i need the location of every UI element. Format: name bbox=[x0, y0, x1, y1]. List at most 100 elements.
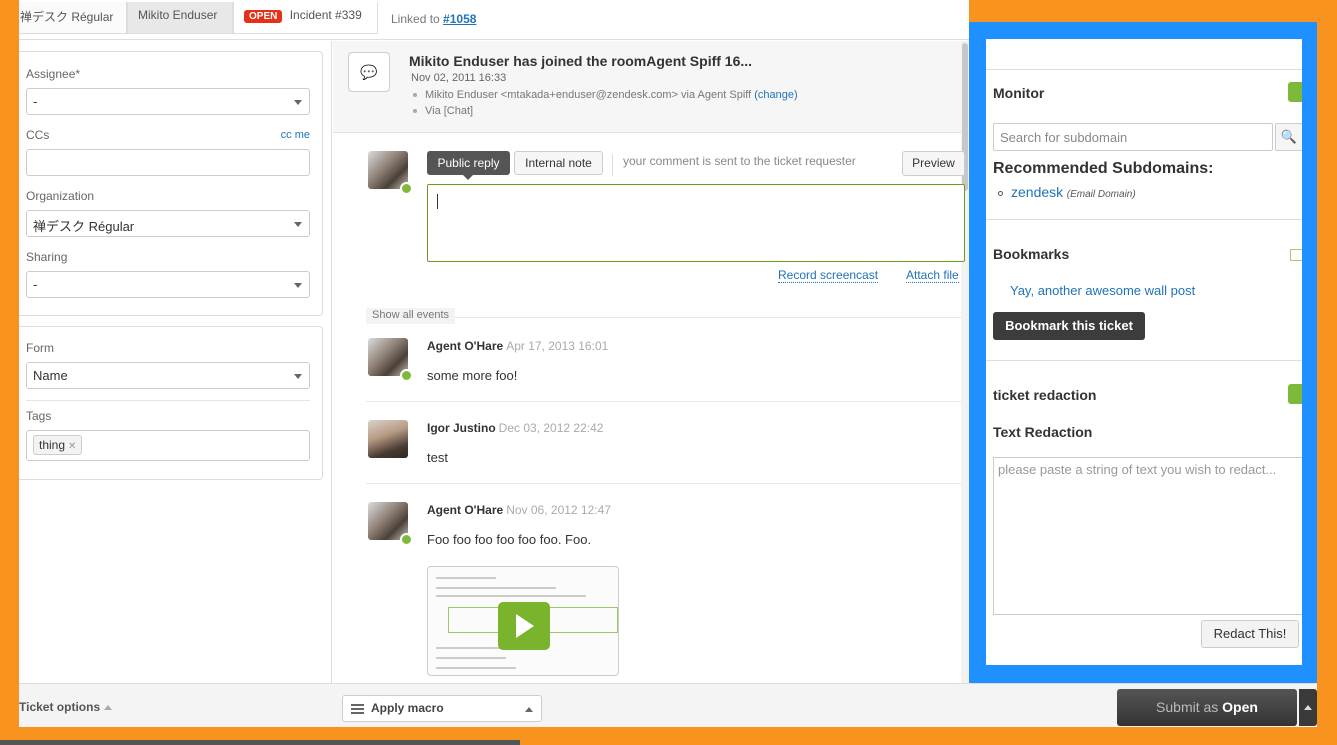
app-logo-icon bbox=[1288, 82, 1302, 102]
recommended-heading: Recommended Subdomains: bbox=[993, 160, 1214, 177]
avatar bbox=[368, 338, 413, 382]
taskbar-strip bbox=[0, 740, 520, 745]
internal-note-button[interactable]: Internal note bbox=[514, 151, 603, 175]
submit-options-toggle[interactable] bbox=[1299, 689, 1317, 726]
subdomain-link[interactable]: zendesk bbox=[1011, 184, 1063, 200]
redaction-app-title: ticket redaction bbox=[993, 387, 1097, 403]
chat-via: Mikito Enduser <mtakada+enduser@zendesk.… bbox=[413, 89, 798, 101]
app-logo-icon bbox=[1288, 384, 1302, 404]
status-badge: OPEN bbox=[244, 10, 283, 23]
list-icon bbox=[351, 704, 364, 714]
ccs-label: CCs bbox=[26, 128, 50, 142]
chevron-down-icon bbox=[294, 100, 302, 105]
organization-select[interactable]: 禅デスク Régular bbox=[26, 210, 310, 237]
comment-textarea[interactable] bbox=[427, 184, 965, 262]
divider bbox=[366, 317, 961, 318]
recommended-item: zendesk (Email Domain) bbox=[998, 184, 1136, 200]
thumbnail-line bbox=[436, 667, 516, 669]
chat-channel-text: Via [Chat] bbox=[425, 105, 474, 117]
tab-requester[interactable]: Mikito Enduser bbox=[127, 2, 233, 34]
apps-panel: Monitor Search for subdomain 🔍 Recommend… bbox=[986, 39, 1302, 665]
ticket-footer: Ticket options Apply macro Submit as Ope… bbox=[19, 683, 1317, 727]
assignee-label: Assignee* bbox=[26, 67, 81, 81]
tags-input[interactable]: thing ✕ bbox=[26, 430, 310, 461]
assignee-select[interactable]: - bbox=[26, 88, 310, 115]
sharing-select[interactable]: - bbox=[26, 271, 310, 298]
sharing-label: Sharing bbox=[26, 250, 68, 264]
change-link[interactable]: (change) bbox=[754, 89, 797, 101]
divider bbox=[26, 400, 310, 401]
event-body: Foo foo foo foo foo foo. Foo. bbox=[427, 532, 592, 547]
bullet-icon bbox=[998, 191, 1003, 197]
form-label: Form bbox=[26, 341, 54, 355]
cc-me-link[interactable]: cc me bbox=[281, 129, 310, 141]
search-icon[interactable]: 🔍 bbox=[1275, 123, 1302, 151]
subdomain-search-input[interactable]: Search for subdomain bbox=[993, 123, 1273, 151]
event-date: Dec 03, 2012 22:42 bbox=[498, 421, 604, 435]
event-author-name: Igor Justino bbox=[427, 421, 496, 435]
tab-organization[interactable]: 禅デスク Régular bbox=[19, 2, 127, 34]
organization-value: 禅デスク Régular bbox=[33, 219, 135, 234]
sharing-value: - bbox=[33, 277, 38, 292]
linked-ticket-link[interactable]: #1058 bbox=[443, 12, 476, 26]
properties-panel: Assignee* - CCs cc me Organization 禅デスク … bbox=[19, 51, 323, 316]
tag-chip[interactable]: thing ✕ bbox=[33, 435, 83, 455]
redact-button[interactable]: Redact This! bbox=[1201, 620, 1299, 648]
show-all-events-button[interactable]: Show all events bbox=[366, 308, 456, 324]
text-cursor bbox=[437, 194, 438, 209]
preview-button[interactable]: Preview bbox=[902, 151, 965, 176]
tags-label: Tags bbox=[26, 409, 52, 423]
record-screencast-link[interactable]: Record screencast bbox=[778, 268, 879, 283]
ticket-options-label: Ticket options bbox=[19, 700, 101, 714]
ticket-options-button[interactable]: Ticket options bbox=[19, 700, 113, 714]
chevron-down-icon bbox=[294, 374, 302, 379]
text-redaction-heading: Text Redaction bbox=[993, 424, 1093, 440]
divider bbox=[986, 219, 1302, 220]
chevron-up-icon bbox=[104, 705, 113, 711]
apps-panel-frame: Monitor Search for subdomain 🔍 Recommend… bbox=[969, 0, 1317, 686]
redaction-textarea[interactable]: please paste a string of text you wish t… bbox=[993, 457, 1302, 615]
chat-title[interactable]: Mikito Enduser has joined the roomAgent … bbox=[409, 53, 752, 69]
play-icon[interactable] bbox=[498, 602, 550, 650]
agent-status-icon bbox=[400, 182, 413, 195]
tab-ticket[interactable]: OPEN Incident #339 bbox=[233, 2, 378, 34]
remove-tag-icon[interactable]: ✕ bbox=[68, 441, 76, 452]
bullet-icon bbox=[413, 93, 417, 98]
submit-prefix: Submit as bbox=[1156, 699, 1219, 715]
ticket-workspace: 禅デスク Régular Mikito Enduser OPEN Inciden… bbox=[19, 0, 1317, 727]
event-author[interactable]: Igor Justino Dec 03, 2012 22:42 bbox=[427, 421, 603, 435]
event-author[interactable]: Agent O'Hare Nov 06, 2012 12:47 bbox=[427, 503, 611, 517]
screencast-thumbnail[interactable] bbox=[427, 566, 619, 676]
thumbnail-line bbox=[436, 577, 496, 579]
monitor-app-title: Monitor bbox=[993, 85, 1045, 101]
event-author-name: Agent O'Hare bbox=[427, 339, 504, 353]
tab-ticket-label: Incident #339 bbox=[289, 8, 362, 22]
event-author[interactable]: Agent O'Hare Apr 17, 2013 16:01 bbox=[427, 339, 608, 353]
assignee-value: - bbox=[33, 94, 38, 109]
submit-button[interactable]: Submit as Open bbox=[1117, 689, 1297, 726]
public-reply-button[interactable]: Public reply bbox=[427, 151, 510, 180]
highlight-frame-orange: 禅デスク Régular Mikito Enduser OPEN Inciden… bbox=[0, 0, 1337, 745]
form-select[interactable]: Name bbox=[26, 362, 310, 389]
thumbnail-line bbox=[436, 595, 586, 597]
reply-hint: your comment is sent to the ticket reque… bbox=[612, 154, 856, 176]
avatar bbox=[368, 420, 408, 458]
event-date: Nov 06, 2012 12:47 bbox=[506, 503, 611, 517]
highlight-frame-blue: Monitor Search for subdomain 🔍 Recommend… bbox=[969, 22, 1317, 686]
chevron-down-icon bbox=[294, 283, 302, 288]
bookmark-ticket-button[interactable]: Bookmark this ticket bbox=[993, 312, 1145, 340]
attach-file-link[interactable]: Attach file bbox=[906, 268, 959, 283]
event-author-name: Agent O'Hare bbox=[427, 503, 504, 517]
thumbnail-line bbox=[436, 657, 506, 659]
ccs-input[interactable] bbox=[26, 149, 310, 176]
chevron-up-icon bbox=[525, 707, 533, 712]
avatar bbox=[368, 151, 413, 195]
bookmark-link[interactable]: Yay, another awesome wall post bbox=[1010, 283, 1195, 298]
ticket-properties-sidebar: Assignee* - CCs cc me Organization 禅デスク … bbox=[19, 41, 332, 683]
form-value: Name bbox=[33, 368, 68, 383]
conversation-scrollbar[interactable] bbox=[961, 41, 969, 683]
apply-macro-button[interactable]: Apply macro bbox=[342, 695, 542, 722]
tab-requester-label: Mikito Enduser bbox=[138, 8, 218, 22]
agent-status-icon bbox=[400, 369, 413, 382]
chevron-down-icon bbox=[294, 222, 302, 227]
